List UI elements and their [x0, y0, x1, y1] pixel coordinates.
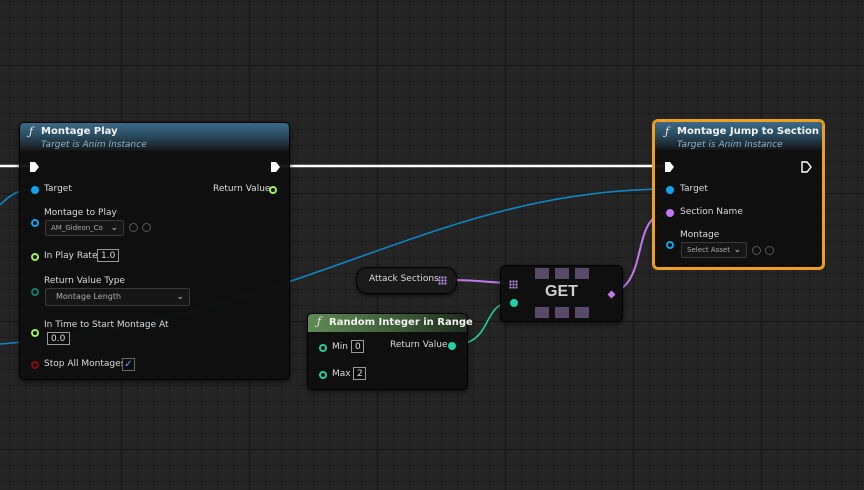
max-label: Max: [332, 369, 351, 379]
name-output-pin[interactable]: [607, 290, 616, 299]
array-input-pin[interactable]: [509, 280, 518, 289]
index-input-pin[interactable]: [510, 299, 518, 307]
montage-play-subtitle: Target is Anim Instance: [41, 140, 147, 150]
exec-out-pin[interactable]: [270, 161, 281, 173]
use-asset-icon[interactable]: [752, 246, 761, 255]
in-time-to-start-label: In Time to Start Montage At: [44, 320, 169, 330]
chevron-down-icon: ⌄: [733, 245, 741, 255]
montage-play-node[interactable]: ƒ Montage Play Target is Anim Instance T…: [19, 122, 290, 380]
exec-out-pin[interactable]: [801, 161, 812, 173]
array-pin-icon[interactable]: [438, 276, 447, 285]
in-play-rate-pin[interactable]: [31, 253, 39, 261]
random-integer-in-range-node[interactable]: ƒ Random Integer in Range Min 0 Return V…: [307, 313, 473, 390]
montage-pin[interactable]: [666, 241, 674, 249]
return-value-label: Return Value: [213, 184, 271, 194]
montage-asset-picker[interactable]: Select Asset ⌄: [681, 242, 747, 258]
target-pin[interactable]: [666, 186, 674, 194]
min-pin[interactable]: [319, 344, 327, 352]
min-input[interactable]: 0: [351, 340, 364, 353]
exec-in-pin[interactable]: [29, 161, 40, 173]
target-label: Target: [680, 184, 708, 194]
in-play-rate-label: In Play Rate: [44, 251, 98, 261]
chevron-down-icon: ⌄: [176, 292, 184, 302]
use-asset-icon[interactable]: [129, 223, 138, 232]
in-time-to-start-input[interactable]: 0.0: [47, 332, 70, 345]
attack-sections-label: Attack Sections: [369, 274, 439, 284]
get-node-label: GET: [545, 283, 578, 300]
min-label: Min: [332, 342, 348, 352]
section-name-label: Section Name: [680, 207, 743, 217]
in-time-to-start-pin[interactable]: [31, 329, 39, 337]
target-pin[interactable]: [31, 186, 39, 194]
chevron-down-icon: ⌄: [110, 223, 118, 233]
montage-jump-title: Montage Jump to Section: [677, 126, 820, 137]
montage-label: Montage: [680, 230, 720, 240]
stop-all-montages-checkbox[interactable]: ✓: [122, 358, 135, 371]
montage-jump-to-section-node[interactable]: ƒ Montage Jump to Section Target is Anim…: [653, 120, 824, 269]
return-value-type-pin[interactable]: [31, 288, 39, 296]
max-input[interactable]: 2: [353, 367, 366, 380]
montage-play-title: Montage Play: [41, 126, 118, 137]
return-value-type-dropdown[interactable]: Montage Length ⌄: [45, 288, 190, 306]
return-value-pin[interactable]: [269, 186, 277, 194]
browse-asset-icon[interactable]: [765, 246, 774, 255]
random-integer-title: Random Integer in Range: [329, 317, 473, 328]
browse-asset-icon[interactable]: [142, 223, 151, 232]
montage-asset-picker[interactable]: AM_Gideon_Co ⌄: [45, 220, 124, 236]
attack-sections-variable-node[interactable]: Attack Sections: [356, 267, 457, 294]
section-name-pin[interactable]: [666, 209, 674, 217]
montage-jump-subtitle: Target is Anim Instance: [677, 140, 783, 150]
function-icon: ƒ: [317, 315, 322, 328]
exec-in-pin[interactable]: [664, 161, 675, 173]
stop-all-montages-label: Stop All Montages: [44, 359, 126, 369]
return-value-type-label: Return Value Type: [44, 276, 125, 286]
target-label: Target: [44, 184, 72, 194]
in-play-rate-input[interactable]: 1.0: [97, 249, 119, 262]
return-value-label: Return Value: [390, 340, 448, 350]
function-icon: ƒ: [665, 125, 670, 138]
max-pin[interactable]: [319, 371, 327, 379]
function-icon: ƒ: [29, 125, 34, 138]
montage-to-play-pin[interactable]: [31, 219, 39, 227]
montage-to-play-label: Montage to Play: [44, 208, 117, 218]
get-array-node[interactable]: GET: [500, 265, 623, 322]
stop-all-montages-pin[interactable]: [31, 361, 39, 369]
return-value-pin[interactable]: [448, 342, 456, 350]
